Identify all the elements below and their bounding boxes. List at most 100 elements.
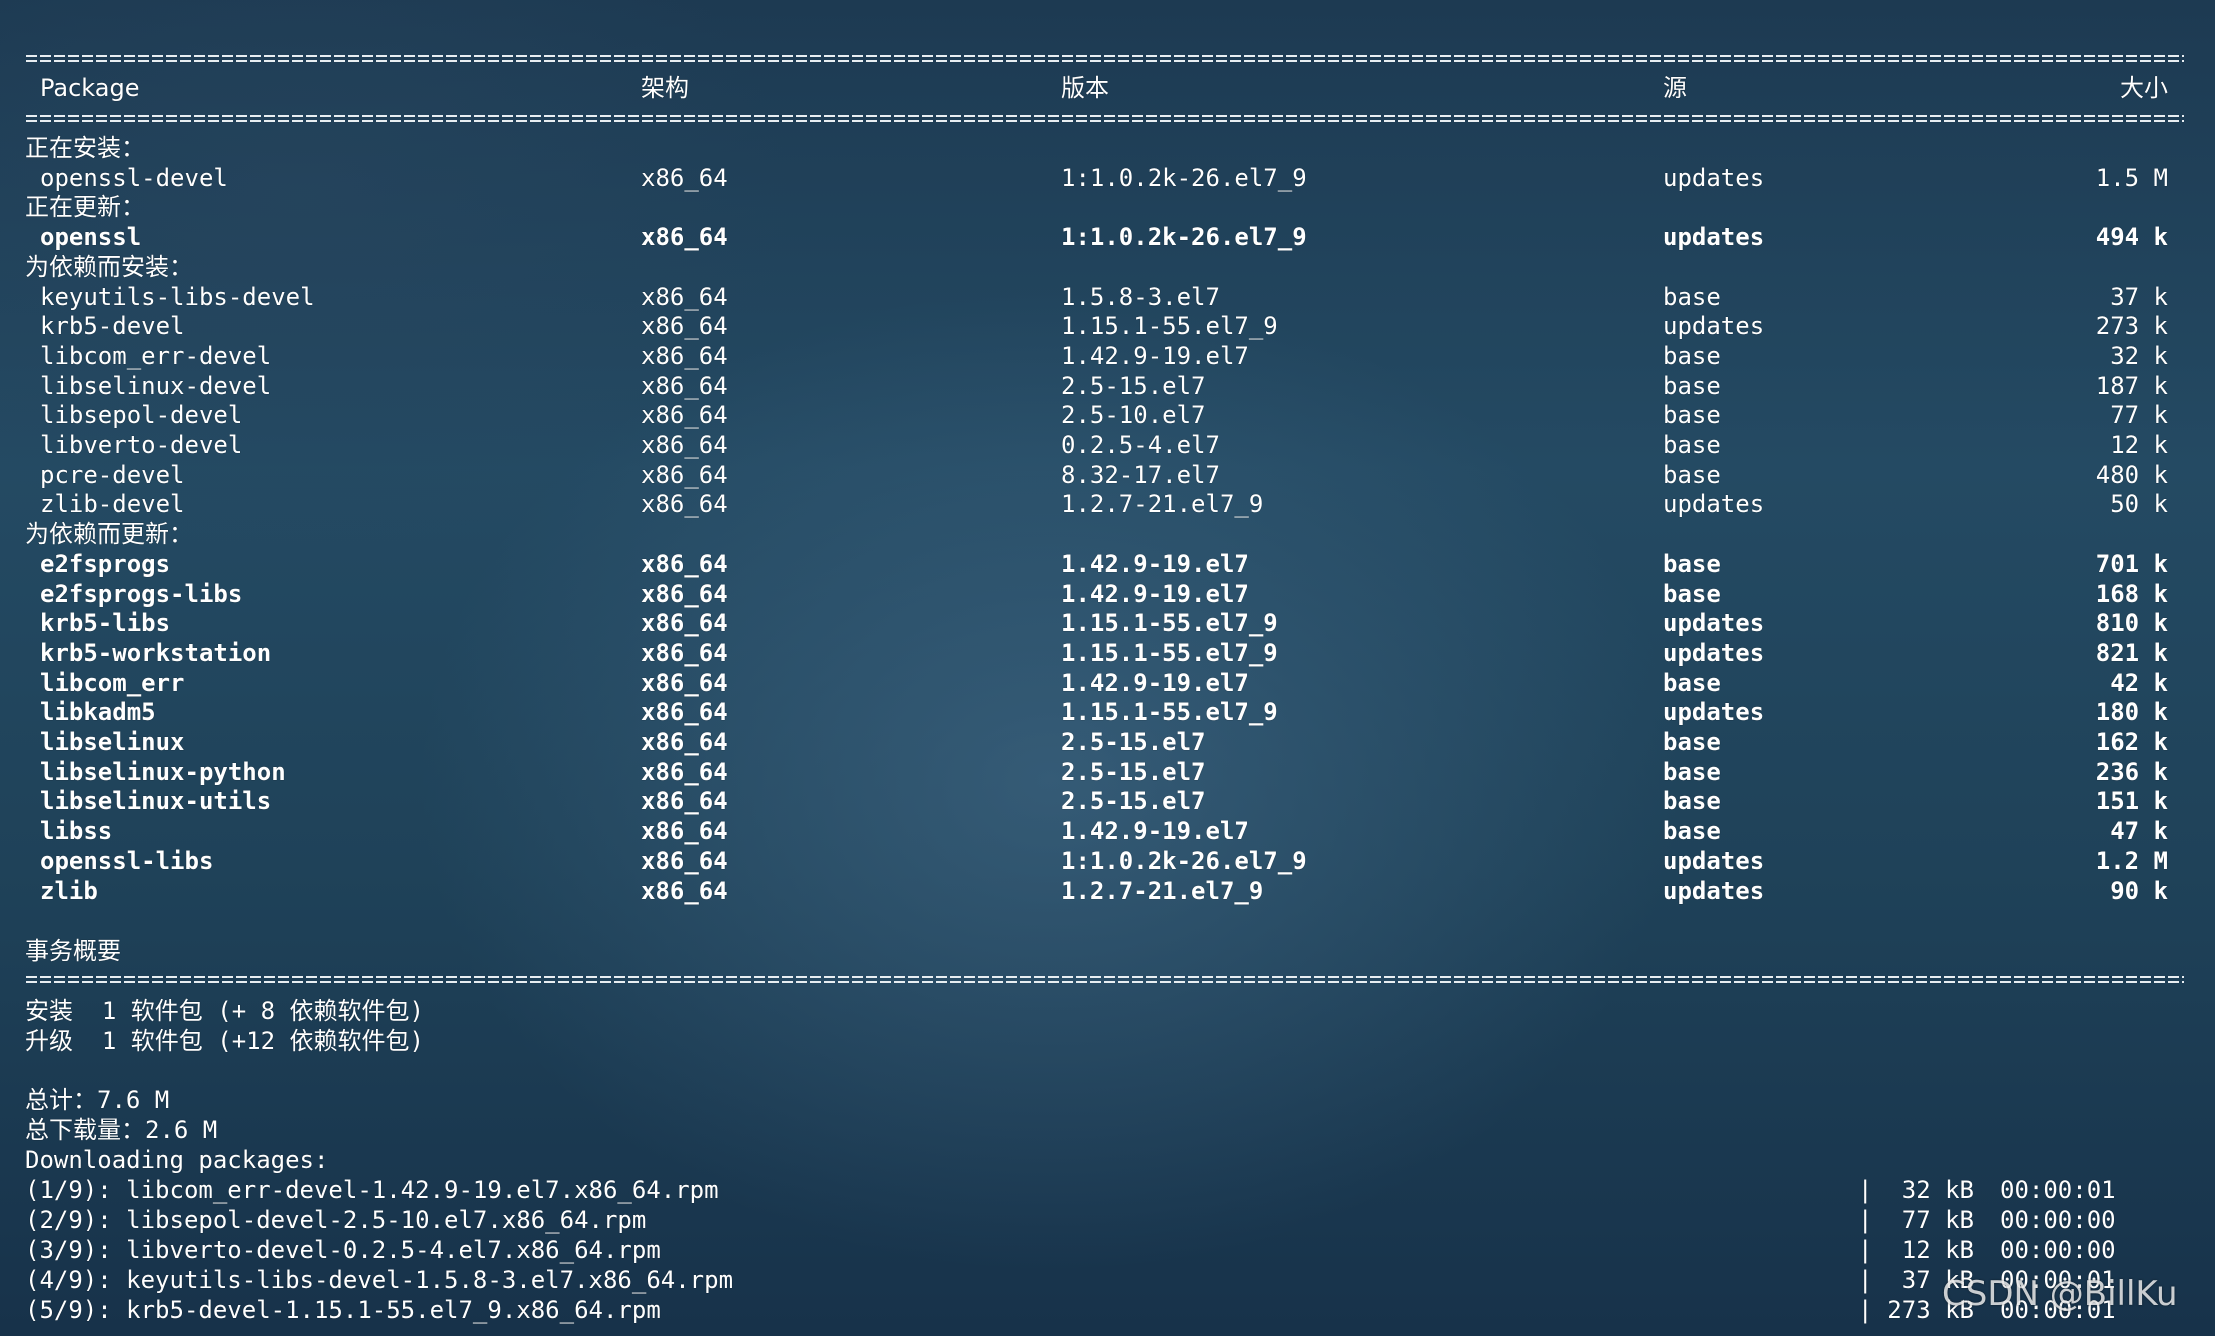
package-arch: x86_64 — [641, 401, 728, 429]
table-row: libsepol-devel x86_64 2.5-10.el7 base 77 k — [0, 400, 2215, 430]
package-arch: x86_64 — [641, 461, 728, 489]
download-size: 32 kB — [1901, 1176, 1974, 1204]
package-arch: x86_64 — [641, 550, 728, 578]
package-size: 1.2 M — [2095, 847, 2168, 875]
package-version: 2.5-10.el7 — [1061, 401, 1206, 429]
table-row: openssl-libs x86_64 1:1.0.2k-26.el7_9 updat… — [0, 846, 2215, 876]
package-version: 1:1.0.2k-26.el7_9 — [1061, 223, 1307, 251]
header-arch: 架构 — [641, 74, 689, 102]
table-row: libselinux x86_64 2.5-15.el7 base 162 k — [0, 727, 2215, 757]
package-arch: x86_64 — [641, 431, 728, 459]
package-size: 151 k — [2095, 787, 2168, 815]
package-name: libss — [40, 817, 113, 845]
download-row: (3/9): libverto-devel-0.2.5-4.el7.x86_64… — [0, 1235, 2215, 1265]
package-size: 37 k — [2110, 283, 2168, 311]
package-arch: x86_64 — [641, 698, 728, 726]
package-size: 12 k — [2110, 431, 2168, 459]
summary-title: 事务概要 — [25, 937, 121, 965]
package-size: 50 k — [2110, 490, 2168, 518]
package-repo: base — [1663, 580, 1721, 608]
package-repo: base — [1663, 787, 1721, 815]
package-version: 1.15.1-55.el7_9 — [1061, 639, 1278, 667]
package-version: 1.15.1-55.el7_9 — [1061, 312, 1278, 340]
package-repo: updates — [1663, 639, 1765, 667]
package-name: libcom_err-devel — [40, 342, 272, 370]
package-name: openssl-devel — [40, 164, 228, 192]
package-repo: base — [1663, 372, 1721, 400]
package-repo: base — [1663, 669, 1721, 697]
package-version: 1.42.9-19.el7 — [1061, 550, 1249, 578]
package-version: 1.2.7-21.el7_9 — [1061, 490, 1264, 518]
package-name: e2fsprogs-libs — [40, 580, 243, 608]
package-name: keyutils-libs-devel — [40, 283, 315, 311]
download-file: (5/9): krb5-devel-1.15.1-55.el7_9.x86_64… — [25, 1296, 661, 1324]
download-separator: | — [1858, 1266, 1873, 1294]
watermark: CSDN @BillKu — [1942, 1274, 2178, 1314]
section-title: 为依赖而更新： — [25, 520, 193, 548]
download-separator: | — [1858, 1176, 1873, 1204]
package-repo: base — [1663, 758, 1721, 786]
table-row: openssl-devel x86_64 1:1.0.2k-26.el7_9 upda… — [0, 163, 2215, 193]
separator-rule — [26, 975, 2184, 985]
package-version: 2.5-15.el7 — [1061, 372, 1206, 400]
download-row: (5/9): krb5-devel-1.15.1-55.el7_9.x86_64… — [0, 1295, 2215, 1325]
package-name: krb5-libs — [40, 609, 171, 637]
package-size: 42 k — [2110, 669, 2168, 697]
table-row: pcre-devel x86_64 8.32-17.el7 base 480 k — [0, 460, 2215, 490]
package-name: pcre-devel — [40, 461, 185, 489]
package-repo: base — [1663, 401, 1721, 429]
separator-rule — [26, 114, 2184, 124]
table-row: krb5-devel x86_64 1.15.1-55.el7_9 updates 27… — [0, 311, 2215, 341]
table-row: zlib x86_64 1.2.7-21.el7_9 updates 90 k — [0, 876, 2215, 906]
package-size: 1.5 M — [2095, 164, 2168, 192]
package-version: 2.5-15.el7 — [1061, 758, 1206, 786]
package-size: 90 k — [2110, 877, 2168, 905]
package-name: zlib — [40, 877, 98, 905]
package-size: 701 k — [2095, 550, 2168, 578]
download-size: 12 kB — [1901, 1236, 1974, 1264]
terminal-window: Package 架构 版本 源 大小 正在安装： openssl-devel x86… — [0, 0, 2215, 1336]
download-file: (1/9): libcom_err-devel-1.42.9-19.el7.x8… — [25, 1176, 719, 1204]
download-separator: | — [1858, 1296, 1873, 1324]
package-version: 1.15.1-55.el7_9 — [1061, 698, 1278, 726]
package-version: 1.2.7-21.el7_9 — [1061, 877, 1264, 905]
package-arch: x86_64 — [641, 877, 728, 905]
package-repo: base — [1663, 461, 1721, 489]
package-name: libsepol-devel — [40, 401, 243, 429]
header-version: 版本 — [1061, 74, 1109, 102]
header-repo: 源 — [1663, 74, 1687, 102]
package-repo: base — [1663, 728, 1721, 756]
table-row: libcom_err-devel x86_64 1.42.9-19.el7 base 3… — [0, 341, 2215, 371]
package-size: 273 k — [2095, 312, 2168, 340]
package-size: 162 k — [2095, 728, 2168, 756]
download-separator: | — [1858, 1236, 1873, 1264]
table-row: libselinux-utils x86_64 2.5-15.el7 base 151 … — [0, 786, 2215, 816]
package-arch: x86_64 — [641, 342, 728, 370]
header-size: 大小 — [2120, 74, 2168, 102]
table-row: libcom_err x86_64 1.42.9-19.el7 base 42 k — [0, 668, 2215, 698]
package-arch: x86_64 — [641, 847, 728, 875]
table-row: libselinux-devel x86_64 2.5-15.el7 base 187 … — [0, 371, 2215, 401]
header-package: Package — [40, 74, 140, 102]
package-repo: base — [1663, 817, 1721, 845]
package-arch: x86_64 — [641, 609, 728, 637]
package-name: libkadm5 — [40, 698, 156, 726]
package-name: libverto-devel — [40, 431, 243, 459]
package-arch: x86_64 — [641, 669, 728, 697]
package-name: krb5-devel — [40, 312, 185, 340]
package-arch: x86_64 — [641, 580, 728, 608]
download-file: (2/9): libsepol-devel-2.5-10.el7.x86_64.… — [25, 1206, 647, 1234]
package-version: 2.5-15.el7 — [1061, 728, 1206, 756]
package-version: 1:1.0.2k-26.el7_9 — [1061, 847, 1307, 875]
table-row: zlib-devel x86_64 1.2.7-21.el7_9 updates 50 … — [0, 489, 2215, 519]
package-arch: x86_64 — [641, 223, 728, 251]
package-name: openssl-libs — [40, 847, 214, 875]
package-repo: updates — [1663, 877, 1765, 905]
table-row: krb5-libs x86_64 1.15.1-55.el7_9 updates 810… — [0, 608, 2215, 638]
table-row: libverto-devel x86_64 0.2.5-4.el7 base 12 k — [0, 430, 2215, 460]
package-arch: x86_64 — [641, 728, 728, 756]
package-version: 1.42.9-19.el7 — [1061, 342, 1249, 370]
download-row: (1/9): libcom_err-devel-1.42.9-19.el7.x8… — [0, 1175, 2215, 1205]
package-name: openssl — [40, 223, 142, 251]
package-name: libselinux-devel — [40, 372, 272, 400]
